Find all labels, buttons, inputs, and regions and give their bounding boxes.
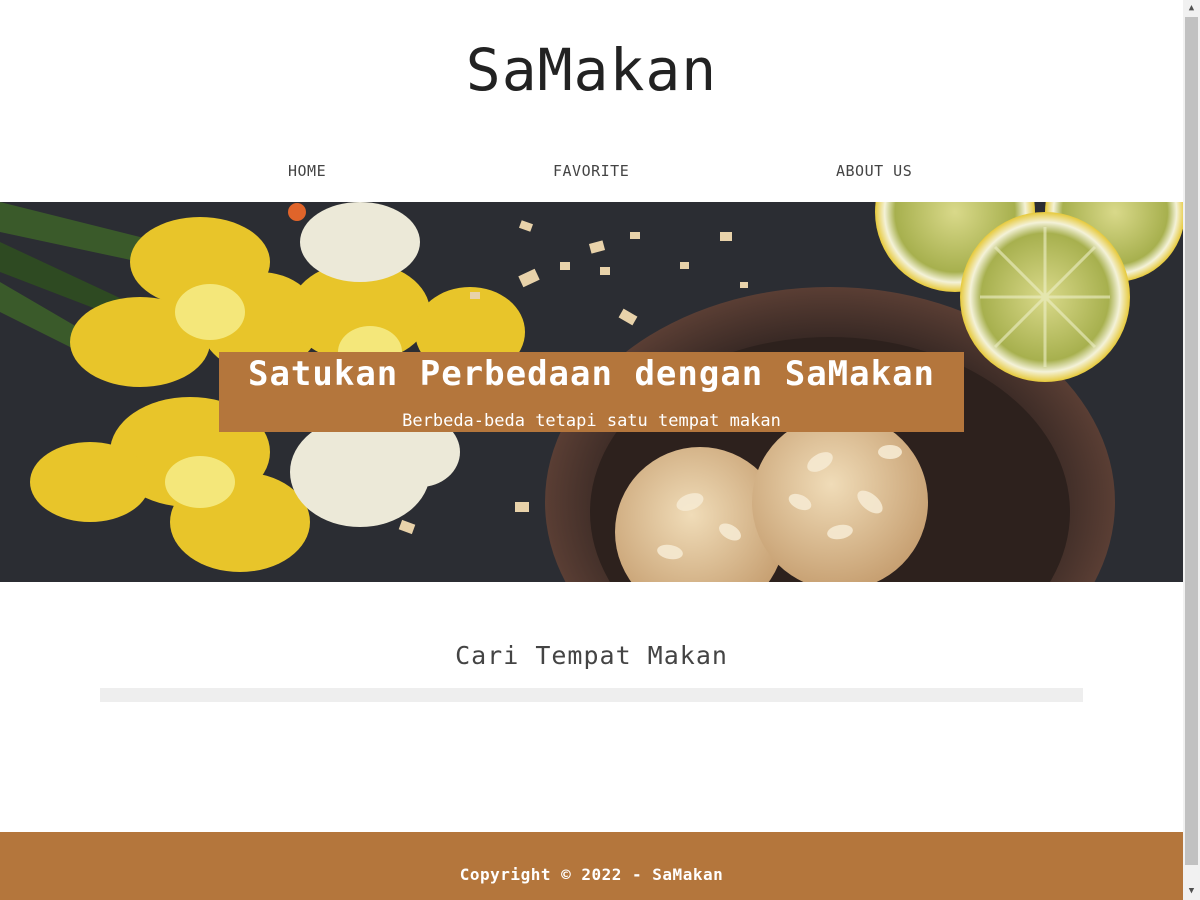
site-title: SaMakan <box>465 36 718 104</box>
nav-item-about-us[interactable]: ABOUT US <box>836 154 912 188</box>
scrollbar-thumb[interactable] <box>1185 17 1198 865</box>
app-header: SaMakan HOME FAVORITE ABOUT US <box>0 0 1183 202</box>
restaurant-list <box>100 688 1083 702</box>
hero-subtitle: Berbeda-beda tetapi satu tempat makan <box>402 411 781 431</box>
scroll-up-arrow-icon[interactable]: ▲ <box>1183 0 1200 17</box>
scroll-down-arrow-icon[interactable]: ▼ <box>1183 883 1200 900</box>
footer-copyright: Copyright © 2022 - SaMakan <box>459 865 724 884</box>
hero-title: Satukan Perbedaan dengan SaMakan <box>247 354 936 394</box>
vertical-scrollbar[interactable]: ▲ ▼ <box>1183 0 1200 900</box>
nav-item-favorite[interactable]: FAVORITE <box>553 154 629 188</box>
footer: Copyright © 2022 - SaMakan <box>0 832 1183 900</box>
section-title: Cari Tempat Makan <box>455 641 728 670</box>
page: SaMakan HOME FAVORITE ABOUT US Satukan P… <box>0 0 1183 900</box>
main-nav: HOME FAVORITE ABOUT US <box>0 154 1183 188</box>
nav-item-home[interactable]: HOME <box>288 154 326 188</box>
